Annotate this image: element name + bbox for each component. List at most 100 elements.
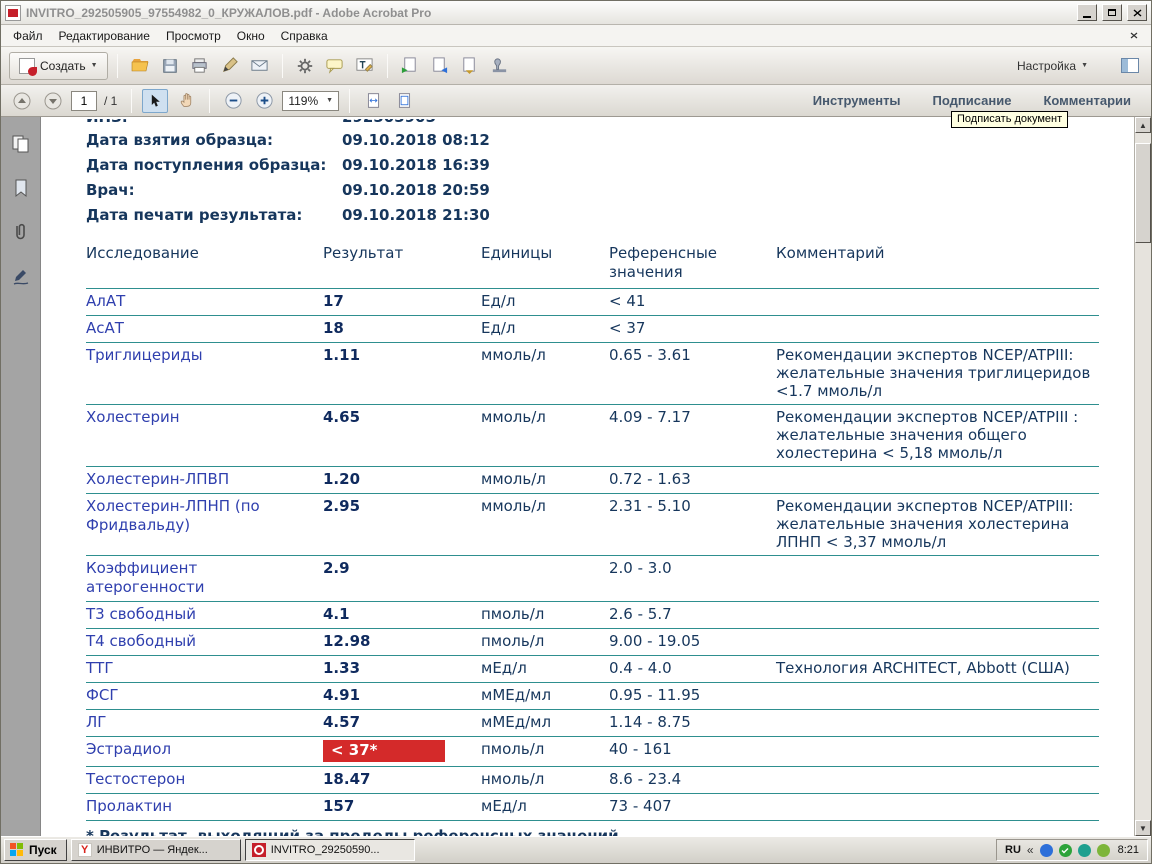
test-reference-range: 2.31 - 5.10 (609, 497, 776, 551)
select-tool-button[interactable] (142, 89, 168, 113)
export-file-button[interactable] (427, 52, 453, 80)
fit-width-button[interactable] (360, 89, 386, 113)
meta-row: Дата печати результата: 09.10.2018 21:30 (86, 203, 1099, 228)
vertical-scrollbar[interactable]: ▲ ▼ (1134, 117, 1151, 836)
menu-item[interactable]: Справка (273, 26, 336, 46)
table-row: ЛГ 4.57 мМЕд/мл 1.14 - 8.75 (86, 709, 1099, 736)
sign-pen-button[interactable] (217, 52, 243, 80)
main-toolbar: Создать ▼ (1, 47, 1151, 85)
restore-button[interactable] (1102, 4, 1122, 21)
share-file-button[interactable] (457, 52, 483, 80)
toolbar-separator (349, 89, 350, 113)
meta-row: Дата поступления образца: 09.10.2018 16:… (86, 153, 1099, 178)
signatures-button[interactable] (8, 263, 34, 289)
attachments-button[interactable] (8, 219, 34, 245)
start-button[interactable]: Пуск (4, 839, 67, 861)
bookmarks-button[interactable] (8, 175, 34, 201)
scrollbar-track[interactable] (1135, 133, 1151, 820)
table-row: АлАТ 17 Ед/л < 41 (86, 288, 1099, 315)
menu-item[interactable]: Окно (229, 26, 273, 46)
zoom-in-button[interactable] (251, 89, 277, 113)
menu-item[interactable]: Просмотр (158, 26, 229, 46)
save-button[interactable] (157, 52, 183, 80)
meta-value: 09.10.2018 08:12 (342, 131, 1099, 150)
panel-layout-icon (1121, 58, 1139, 73)
table-header-cell: Единицы (481, 244, 609, 282)
results-table: ИсследованиеРезультатЕдиницыРеференсные … (86, 240, 1099, 821)
menu-item[interactable]: Редактирование (51, 26, 158, 46)
toolbar-separator (282, 54, 283, 78)
meta-label: Дата печати результата: (86, 206, 342, 225)
tray-expand-icon[interactable]: « (1027, 843, 1034, 857)
panel-tab[interactable]: Комментарии (1043, 93, 1131, 108)
minimize-button[interactable] (1077, 4, 1097, 21)
taskbar-task-button[interactable]: INVITRO_29250590... (245, 839, 415, 861)
email-button[interactable] (247, 52, 273, 80)
comment-button[interactable] (322, 52, 348, 80)
create-button[interactable]: Создать ▼ (9, 52, 108, 80)
table-row: ФСГ 4.91 мМЕд/мл 0.95 - 11.95 (86, 682, 1099, 709)
start-label: Пуск (29, 843, 57, 857)
test-name: Коэффициент атерогенности (86, 559, 323, 597)
close-document-button[interactable] (1121, 24, 1147, 48)
test-result: 157 (323, 797, 481, 816)
page-thumbnails-button[interactable] (8, 131, 34, 157)
scrollbar-thumb[interactable] (1135, 143, 1151, 243)
taskbar-task-button[interactable]: Y ИНВИТРО — Яндек... (71, 839, 241, 861)
meta-value: 09.10.2018 20:59 (342, 181, 1099, 200)
panel-tab[interactable]: Инструменты (813, 93, 901, 108)
open-button[interactable] (127, 52, 153, 80)
customize-label[interactable]: Настройка (1017, 59, 1076, 73)
task-app-icon (252, 843, 266, 857)
task-label: ИНВИТРО — Яндек... (97, 844, 208, 856)
test-name: АсАТ (86, 319, 323, 338)
page-number-input[interactable] (71, 91, 97, 111)
document-view: ИНЗ: 292505905 Дата взятия образца: 09.1… (41, 117, 1134, 836)
panel-tab[interactable]: Подписание (933, 93, 1012, 108)
test-reference-range: 2.0 - 3.0 (609, 559, 776, 597)
attach-file-button[interactable] (397, 52, 423, 80)
print-button[interactable] (187, 52, 213, 80)
stamp-button[interactable] (487, 52, 513, 80)
scroll-down-button[interactable]: ▼ (1135, 820, 1151, 836)
fit-page-button[interactable] (391, 89, 417, 113)
menu-item[interactable]: Файл (5, 26, 51, 46)
test-units: Ед/л (481, 292, 609, 311)
pages-panel-icon (10, 133, 32, 155)
tray-icon-teal[interactable] (1078, 844, 1091, 857)
tray-icon-blue[interactable] (1040, 844, 1053, 857)
page-down-icon (43, 91, 63, 111)
table-header-cell: Референсные значения (609, 244, 776, 282)
scroll-up-button[interactable]: ▲ (1135, 117, 1151, 133)
typewriter-button[interactable] (352, 52, 378, 80)
pdf-file-icon (5, 5, 21, 21)
tray-icon-olive[interactable] (1097, 844, 1110, 857)
close-button[interactable] (1127, 4, 1147, 21)
minimize-icon (1083, 16, 1091, 18)
test-name: Т3 свободный (86, 605, 323, 624)
doc-share-icon (460, 56, 479, 75)
settings-gear-button[interactable] (292, 52, 318, 80)
close-document-icon (1130, 32, 1138, 39)
tray-icon-green-check[interactable] (1059, 844, 1072, 857)
table-header-row: ИсследованиеРезультатЕдиницыРеференсные … (86, 240, 1099, 288)
language-indicator[interactable]: RU (1005, 844, 1021, 856)
previous-page-button[interactable] (9, 89, 35, 113)
zoom-out-button[interactable] (220, 89, 246, 113)
test-result: 18 (323, 319, 481, 338)
test-result: 17 (323, 292, 481, 311)
save-icon (161, 57, 179, 75)
test-comment (776, 319, 1099, 338)
test-comment: Рекомендации экспертов NCEP/ATPIII : жел… (776, 408, 1099, 462)
reading-mode-button[interactable] (1117, 52, 1143, 80)
page-up-icon (12, 91, 32, 111)
table-row: Эстрадиол < 37* пмоль/л 40 - 161 (86, 736, 1099, 766)
next-page-button[interactable] (40, 89, 66, 113)
hand-tool-button[interactable] (173, 89, 199, 113)
zoom-level-select[interactable]: 119% ▼ (282, 91, 339, 111)
test-units (481, 559, 609, 597)
test-units: ммоль/л (481, 470, 609, 489)
table-row: Холестерин-ЛПВП 1.20 ммоль/л 0.72 - 1.63 (86, 466, 1099, 493)
chevron-down-icon: ▼ (1081, 62, 1088, 69)
table-header-cell: Исследование (86, 244, 323, 282)
